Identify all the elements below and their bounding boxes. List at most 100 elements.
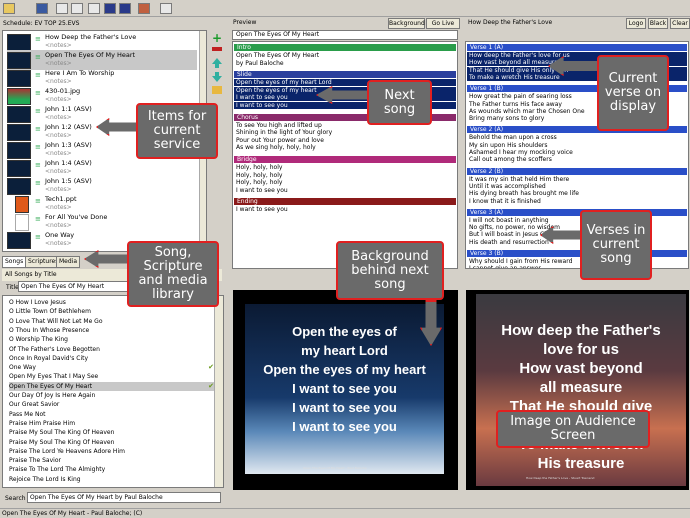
song-row[interactable]: O Worship The King bbox=[9, 335, 214, 344]
song-list-scrollbar[interactable] bbox=[214, 296, 223, 487]
section-header[interactable]: Verse 3 (B) bbox=[467, 250, 687, 257]
callout-verses: Verses in current song bbox=[580, 210, 652, 280]
song-row[interactable]: Of The Father's Love Begotten bbox=[9, 345, 214, 354]
monitor-icon[interactable] bbox=[104, 3, 116, 14]
section-label: Intro bbox=[237, 44, 251, 51]
song-title: Of The Father's Love Begotten bbox=[9, 345, 100, 353]
thumbnail-icon bbox=[7, 232, 31, 249]
section-header[interactable]: Ending bbox=[234, 198, 456, 206]
song-row[interactable]: Open The Eyes Of My Heart ✔ bbox=[9, 381, 214, 391]
background-button[interactable]: Background bbox=[388, 18, 425, 29]
song-row[interactable]: O Love That Will Not Let Me Go bbox=[9, 317, 214, 326]
section-header[interactable]: Verse 1 (A) bbox=[467, 44, 687, 51]
person-icon[interactable] bbox=[138, 3, 150, 14]
page-icon[interactable] bbox=[56, 3, 68, 14]
schedule-item-title: One Way bbox=[45, 231, 75, 239]
schedule-item-title: John 1:2 (ASV) bbox=[45, 123, 92, 131]
schedule-item[interactable]: ≡ John 1:4 (ASV) <notes> bbox=[7, 158, 197, 178]
section-header[interactable]: Verse 3 (A) bbox=[467, 208, 687, 216]
go-live-button[interactable]: Go Live >>> bbox=[426, 18, 460, 36]
thumbnail-icon bbox=[15, 214, 29, 231]
song-row[interactable]: Rejoice The Lord Is King bbox=[9, 475, 214, 484]
lyric-line: No gifts, no power, no wisdom bbox=[469, 224, 560, 232]
lyric-line: Ashamed I hear my mocking voice bbox=[469, 149, 573, 156]
song-row[interactable]: Open My Eyes That I May See bbox=[9, 372, 214, 381]
song-row[interactable]: Praise The Lord Ye Heavens Adore Him bbox=[9, 447, 214, 456]
schedule-item[interactable]: ≡ John 1:5 (ASV) <notes> bbox=[7, 176, 197, 196]
section-header[interactable]: Slide bbox=[234, 71, 456, 79]
copy-icon[interactable] bbox=[71, 3, 83, 14]
lyric-line: Pour out Your power and love bbox=[236, 136, 324, 144]
black-button[interactable]: Black bbox=[648, 18, 668, 29]
song-row[interactable]: Our Great Savior bbox=[9, 400, 214, 409]
preview-slide[interactable]: Open the eyes of my heart Lord Open the ey… bbox=[233, 290, 458, 490]
tab-songs[interactable]: Songs bbox=[2, 256, 27, 268]
song-row[interactable]: Praise To The Lord The Almighty bbox=[9, 465, 214, 474]
open-folder-icon[interactable] bbox=[3, 3, 15, 14]
section-header[interactable]: Intro bbox=[234, 44, 456, 51]
scissors-icon[interactable] bbox=[160, 3, 172, 14]
save-icon[interactable] bbox=[36, 3, 48, 14]
thumbnail-icon bbox=[7, 124, 31, 141]
lyric-line: Open The Eyes Of My Heart bbox=[236, 52, 320, 59]
schedule-item-title: How Deep the Father's Love bbox=[45, 33, 137, 41]
print-icon[interactable] bbox=[88, 3, 100, 14]
song-list[interactable]: O How I Love Jesus O Little Town Of Bethl… bbox=[2, 295, 224, 488]
song-title: Rejoice The Lord Is King bbox=[9, 475, 81, 483]
search-input[interactable]: Open The Eyes Of My Heart by Paul Baloch… bbox=[27, 492, 221, 503]
folder-icon[interactable] bbox=[212, 86, 222, 94]
lyric-line: My sin upon His shoulders bbox=[469, 141, 548, 149]
logo-button[interactable]: Logo bbox=[626, 18, 646, 29]
song-title: O Love That Will Not Let Me Go bbox=[9, 317, 103, 325]
song-row[interactable]: Praise My Soul The King Of Heaven bbox=[9, 428, 214, 437]
song-row[interactable]: Our Day Of Joy Is Here Again bbox=[9, 391, 214, 400]
lyric-line: The Father turns His face away bbox=[469, 100, 562, 108]
lyric-line: His death and resurrection bbox=[469, 238, 549, 246]
add-item-icon[interactable]: + bbox=[212, 32, 222, 44]
song-row[interactable]: Pass Me Not bbox=[9, 410, 214, 419]
clear-button[interactable]: Clear bbox=[670, 18, 690, 29]
schedule-item-notes: <notes> bbox=[45, 42, 72, 49]
schedule-item[interactable]: ≡ Open The Eyes Of My Heart <notes> bbox=[7, 50, 197, 70]
preview-song-title: Open The Eyes Of My Heart bbox=[232, 30, 458, 40]
schedule-item[interactable]: ≡ Here I Am To Worship <notes> bbox=[7, 68, 197, 88]
schedule-item-notes: <notes> bbox=[45, 168, 72, 175]
song-row[interactable]: Once In Royal David's City bbox=[9, 354, 214, 363]
move-up-icon[interactable] bbox=[212, 58, 222, 68]
song-row[interactable]: One Way ✔ bbox=[9, 363, 214, 372]
item-type-icon: ≡ bbox=[35, 89, 41, 97]
tab-media[interactable]: Media bbox=[56, 256, 81, 268]
schedule-item[interactable]: ≡ Tech1.ppt <notes> bbox=[7, 194, 197, 214]
song-row[interactable]: Praise Him Praise Him bbox=[9, 419, 214, 428]
live-slide[interactable]: How deep the Father's love for us How vast… bbox=[466, 290, 689, 490]
section-label: Verse 1 (B) bbox=[470, 85, 504, 93]
thumbnail-icon bbox=[7, 70, 31, 87]
schedule-item[interactable]: ≡ For All You've Done <notes> bbox=[7, 212, 197, 232]
preview-lyrics[interactable]: Intro Open The Eyes Of My Heart by Paul Ba… bbox=[232, 41, 458, 269]
song-row[interactable]: Praise The Savior bbox=[9, 456, 214, 465]
slide-line: How vast beyond bbox=[519, 360, 643, 377]
schedule-item-notes: <notes> bbox=[45, 222, 72, 229]
section-header[interactable]: Verse 2 (B) bbox=[467, 167, 687, 175]
library-arrow bbox=[84, 250, 132, 268]
move-down-icon[interactable] bbox=[212, 72, 222, 82]
song-row[interactable]: O Thou In Whose Presence bbox=[9, 326, 214, 335]
song-title: Open My Eyes That I May See bbox=[9, 373, 99, 381]
schedule-item-notes: <notes> bbox=[45, 204, 72, 211]
song-row[interactable]: O Little Town Of Bethlehem bbox=[9, 307, 214, 316]
schedule-item-notes: <notes> bbox=[45, 60, 72, 67]
section-header[interactable]: Bridge bbox=[234, 156, 456, 163]
song-row[interactable]: Praise My Soul The King Of Heaven bbox=[9, 438, 214, 447]
lyric-line: I want to see you bbox=[236, 186, 288, 194]
thumbnail-icon bbox=[7, 178, 31, 195]
schedule-item-title: For All You've Done bbox=[45, 213, 108, 221]
schedule-item[interactable]: ≡ How Deep the Father's Love <notes> bbox=[7, 32, 197, 52]
slide-line: Open the eyes of bbox=[292, 324, 397, 339]
section-label: Chorus bbox=[237, 113, 259, 121]
thumbnail-icon bbox=[7, 34, 31, 51]
section-label: Verse 3 (B) bbox=[470, 250, 504, 257]
display-icon[interactable] bbox=[119, 3, 131, 14]
callout-background: Background behind next song bbox=[336, 241, 444, 300]
remove-item-icon[interactable] bbox=[212, 47, 222, 51]
song-title: Open The Eyes Of My Heart bbox=[9, 382, 93, 390]
